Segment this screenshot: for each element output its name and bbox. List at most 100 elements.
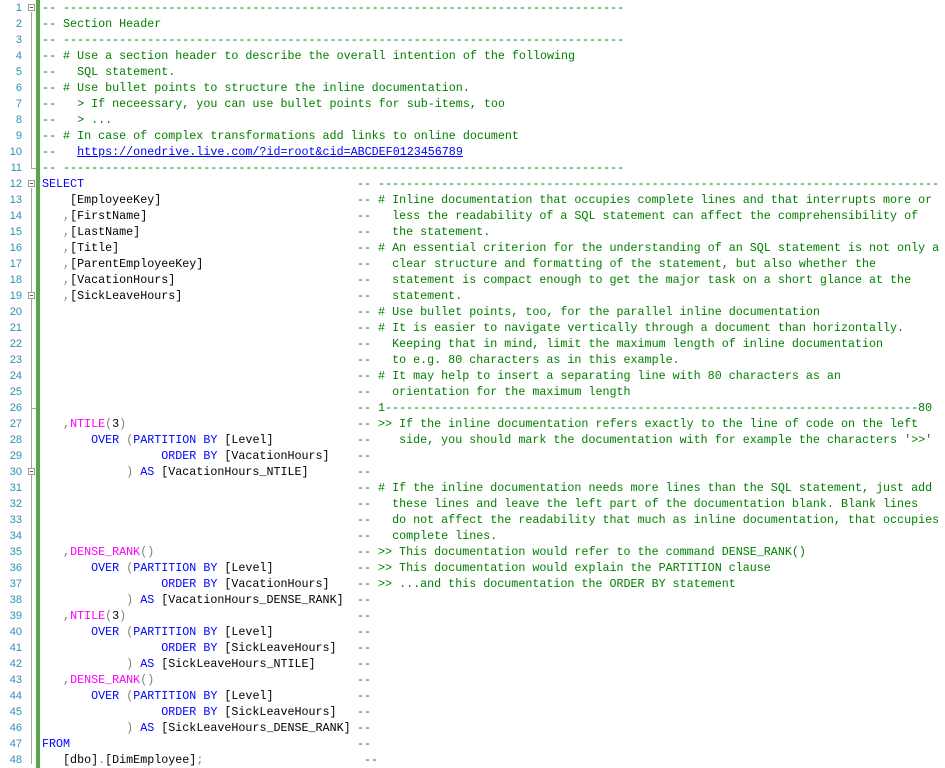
code-line[interactable]: 14 ,[FirstName] -- less the readability o… [0,208,945,224]
code-text[interactable]: ,[ParentEmployeeKey] [42,256,203,272]
code-line[interactable]: 12 SELECT -- -----------------------------… [0,176,945,192]
code-line[interactable]: 6 -- # Use bullet points to structure the… [0,80,945,96]
code-text[interactable]: -- Section Header [42,16,161,32]
code-line[interactable]: 44 OVER (PARTITION BY [Level] -- [0,688,945,704]
code-line[interactable]: 2 -- Section Header [0,16,945,32]
code-text[interactable]: -- https://onedrive.live.com/?id=root&ci… [42,144,463,160]
code-line[interactable]: 7 -- > If neceessary, you can use bullet … [0,96,945,112]
code-text[interactable]: -- # Use a section header to describe th… [42,48,575,64]
code-text[interactable]: OVER (PARTITION BY [Level] [42,560,273,576]
code-line[interactable]: 23 -- to e.g. 80 characters as in this ex… [0,352,945,368]
code-line[interactable]: 10 -- https://onedrive.live.com/?id=root&… [0,144,945,160]
code-text[interactable]: -- # Use bullet points to structure the … [42,80,470,96]
code-text[interactable]: ) AS [VacationHours_NTILE] [42,464,308,480]
code-text[interactable]: ,DENSE_RANK() [42,544,154,560]
code-line[interactable]: 27 ,NTILE(3) -- >> If the inline document… [0,416,945,432]
code-line[interactable]: 36 OVER (PARTITION BY [Level] -- >> This … [0,560,945,576]
code-line[interactable]: 1 -- ------------------------------------… [0,0,945,16]
code-text[interactable]: -- -------------------------------------… [42,32,624,48]
code-line[interactable]: 32 -- these lines and leave the left part… [0,496,945,512]
code-line[interactable]: 26 -- 1----------------------------------… [0,400,945,416]
code-line[interactable]: 31 -- # If the inline documentation needs… [0,480,945,496]
code-line[interactable]: 34 -- complete lines. [0,528,945,544]
code-token: [FirstName] [70,209,148,223]
code-line[interactable]: 39 ,NTILE(3) -- [0,608,945,624]
code-line[interactable]: 19 ,[SickLeaveHours] -- statement. [0,288,945,304]
code-text[interactable]: [EmployeeKey] [42,192,161,208]
code-text[interactable]: [dbo].[DimEmployee]; [42,752,203,768]
code-text[interactable]: ,NTILE(3) [42,416,126,432]
inline-comment: -- do not affect the readability that mu… [357,513,940,527]
code-line[interactable]: 20 -- # Use bullet points, too, for the p… [0,304,945,320]
code-text[interactable]: OVER (PARTITION BY [Level] [42,624,273,640]
code-text[interactable]: -- > ... [42,112,112,128]
code-text[interactable]: SELECT [42,176,84,192]
line-number: 40 [9,626,22,638]
code-line[interactable]: 48 [dbo].[DimEmployee]; -- [0,752,945,768]
code-text[interactable]: ) AS [VacationHours_DENSE_RANK] [42,592,343,608]
code-text[interactable]: ORDER BY [SickLeaveHours] [42,704,336,720]
code-text[interactable]: ,NTILE(3) [42,608,126,624]
code-line[interactable]: 33 -- do not affect the readability that … [0,512,945,528]
code-text[interactable]: ,DENSE_RANK() [42,672,154,688]
code-line[interactable]: 15 ,[LastName] -- the statement. [0,224,945,240]
code-text[interactable]: FROM [42,736,70,752]
code-text[interactable]: OVER (PARTITION BY [Level] [42,688,273,704]
code-text[interactable]: ,[FirstName] [42,208,147,224]
code-line[interactable]: 8 -- > ... [0,112,945,128]
code-line[interactable]: 29 ORDER BY [VacationHours] -- [0,448,945,464]
sql-keyword: OVER [91,433,120,447]
code-line[interactable]: 21 -- # It is easier to navigate vertical… [0,320,945,336]
inline-comment: -- [357,449,372,463]
sql-editor[interactable]: 1 -- ------------------------------------… [0,0,945,768]
code-line[interactable]: 45 ORDER BY [SickLeaveHours] -- [0,704,945,720]
code-line[interactable]: 3 -- ------------------------------------… [0,32,945,48]
code-line[interactable]: 9 -- # In case of complex transformations… [0,128,945,144]
code-line[interactable]: 43 ,DENSE_RANK() -- [0,672,945,688]
sql-operator: , [63,209,71,223]
code-line[interactable]: 18 ,[VacationHours] -- statement is compa… [0,272,945,288]
code-line[interactable]: 13 [EmployeeKey] -- # Inline documentatio… [0,192,945,208]
code-line[interactable]: 17 ,[ParentEmployeeKey] -- clear structur… [0,256,945,272]
code-line[interactable]: 11 -- -----------------------------------… [0,160,945,176]
code-text[interactable]: -- > If neceessary, you can use bullet p… [42,96,505,112]
code-line[interactable]: 42 ) AS [SickLeaveHours_NTILE] -- [0,656,945,672]
code-text[interactable]: OVER (PARTITION BY [Level] [42,432,273,448]
code-token: [EmployeeKey] [42,193,162,207]
code-line[interactable]: 47 FROM -- [0,736,945,752]
code-text[interactable]: ,[Title] [42,240,119,256]
code-text[interactable]: ,[SickLeaveHours] [42,288,182,304]
code-text[interactable]: -- -------------------------------------… [42,0,624,16]
code-line[interactable]: 16 ,[Title] -- # An essential criterion f… [0,240,945,256]
code-line[interactable]: 40 OVER (PARTITION BY [Level] -- [0,624,945,640]
inline-comment: -- # Use bullet points, too, for the par… [357,305,820,319]
code-line[interactable]: 46 ) AS [SickLeaveHours_DENSE_RANK] -- [0,720,945,736]
line-number: 28 [9,434,22,446]
code-line[interactable]: 5 -- SQL statement. [0,64,945,80]
sql-function: NTILE [70,609,106,623]
code-line[interactable]: 30 ) AS [VacationHours_NTILE] -- [0,464,945,480]
hyperlink[interactable]: https://onedrive.live.com/?id=root&cid=A… [77,145,463,159]
code-line[interactable]: 22 -- Keeping that in mind, limit the max… [0,336,945,352]
code-line[interactable]: 28 OVER (PARTITION BY [Level] -- side, yo… [0,432,945,448]
code-text[interactable]: -- # In case of complex transformations … [42,128,519,144]
code-line[interactable]: 25 -- orientation for the maximum length [0,384,945,400]
code-text[interactable]: ORDER BY [VacationHours] [42,576,329,592]
code-line[interactable]: 41 ORDER BY [SickLeaveHours] -- [0,640,945,656]
code-line[interactable]: 38 ) AS [VacationHours_DENSE_RANK] -- [0,592,945,608]
code-text[interactable]: ) AS [SickLeaveHours_NTILE] [42,656,315,672]
code-text[interactable]: -- SQL statement. [42,64,175,80]
code-text[interactable]: -- -------------------------------------… [42,160,624,176]
code-line[interactable]: 24 -- # It may help to insert a separatin… [0,368,945,384]
line-number: 20 [9,306,22,318]
code-text[interactable]: ,[LastName] [42,224,140,240]
code-text[interactable]: ORDER BY [VacationHours] [42,448,329,464]
code-line[interactable]: 35 ,DENSE_RANK() -- >> This documentation… [0,544,945,560]
code-text[interactable]: ORDER BY [SickLeaveHours] [42,640,336,656]
code-text[interactable]: ,[VacationHours] [42,272,175,288]
code-line[interactable]: 37 ORDER BY [VacationHours] -- >> ...and … [0,576,945,592]
code-line[interactable]: 4 -- # Use a section header to describe t… [0,48,945,64]
code-text[interactable]: ) AS [SickLeaveHours_DENSE_RANK] [42,720,350,736]
